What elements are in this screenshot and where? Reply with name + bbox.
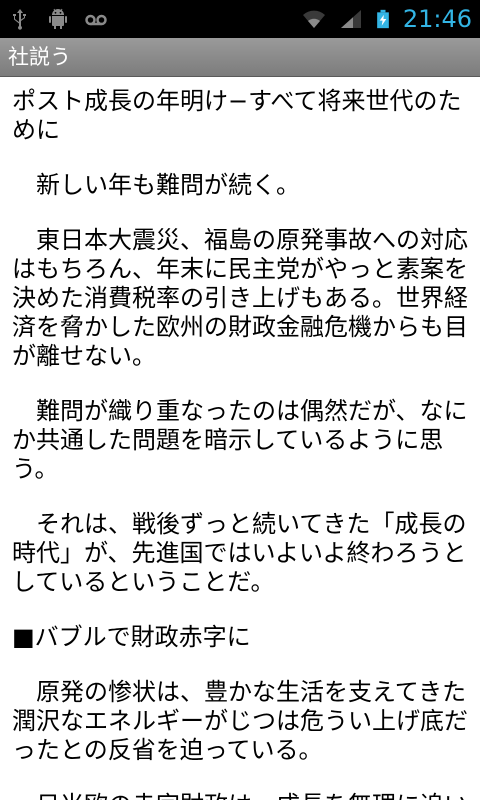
system-icons: 21:46 bbox=[299, 0, 472, 38]
article-paragraph: 新しい年も難問が続く。 bbox=[12, 171, 300, 199]
article-headline: ポスト成長の年明け−すべて将来世代のために bbox=[12, 87, 462, 144]
clock: 21:46 bbox=[402, 5, 472, 33]
status-bar: 21:46 bbox=[0, 0, 480, 38]
article-paragraph: 日米欧の赤字財政は、成長を無理に追い bbox=[12, 791, 470, 800]
section-heading: ■バブルで財政赤字に bbox=[12, 623, 251, 651]
article-paragraph: それは、戦後ずっと続いてきた「成長の時代」が、先進国ではいよいよ終わろうとしてい… bbox=[12, 510, 467, 596]
article-paragraph: 東日本大震災、福島の原発事故への対応はもちろん、年末に民主党がやっと素案を決めた… bbox=[12, 226, 468, 370]
article-paragraph: 原発の惨状は、豊かな生活を支えてきた潤沢なエネルギーがじつは危うい上げ底だったと… bbox=[12, 678, 468, 764]
wifi-icon bbox=[302, 10, 325, 28]
android-debug-icon bbox=[49, 8, 67, 29]
voicemail-icon bbox=[85, 14, 107, 26]
usb-icon bbox=[13, 9, 26, 30]
title-bar: 社説う bbox=[0, 38, 480, 77]
battery-charging-icon bbox=[376, 9, 389, 29]
page-title: 社説う bbox=[8, 45, 71, 69]
signal-icon bbox=[340, 10, 361, 28]
article-scroll-view[interactable]: ポスト成長の年明け−すべて将来世代のために 新しい年も難問が続く。 東日本大震災… bbox=[0, 77, 480, 800]
article-paragraph: 難問が織り重なったのは偶然だが、なにか共通した問題を暗示しているように思う。 bbox=[12, 397, 468, 483]
notification-icons bbox=[8, 0, 108, 38]
article-body: ポスト成長の年明け−すべて将来世代のために 新しい年も難問が続く。 東日本大震災… bbox=[0, 77, 480, 800]
